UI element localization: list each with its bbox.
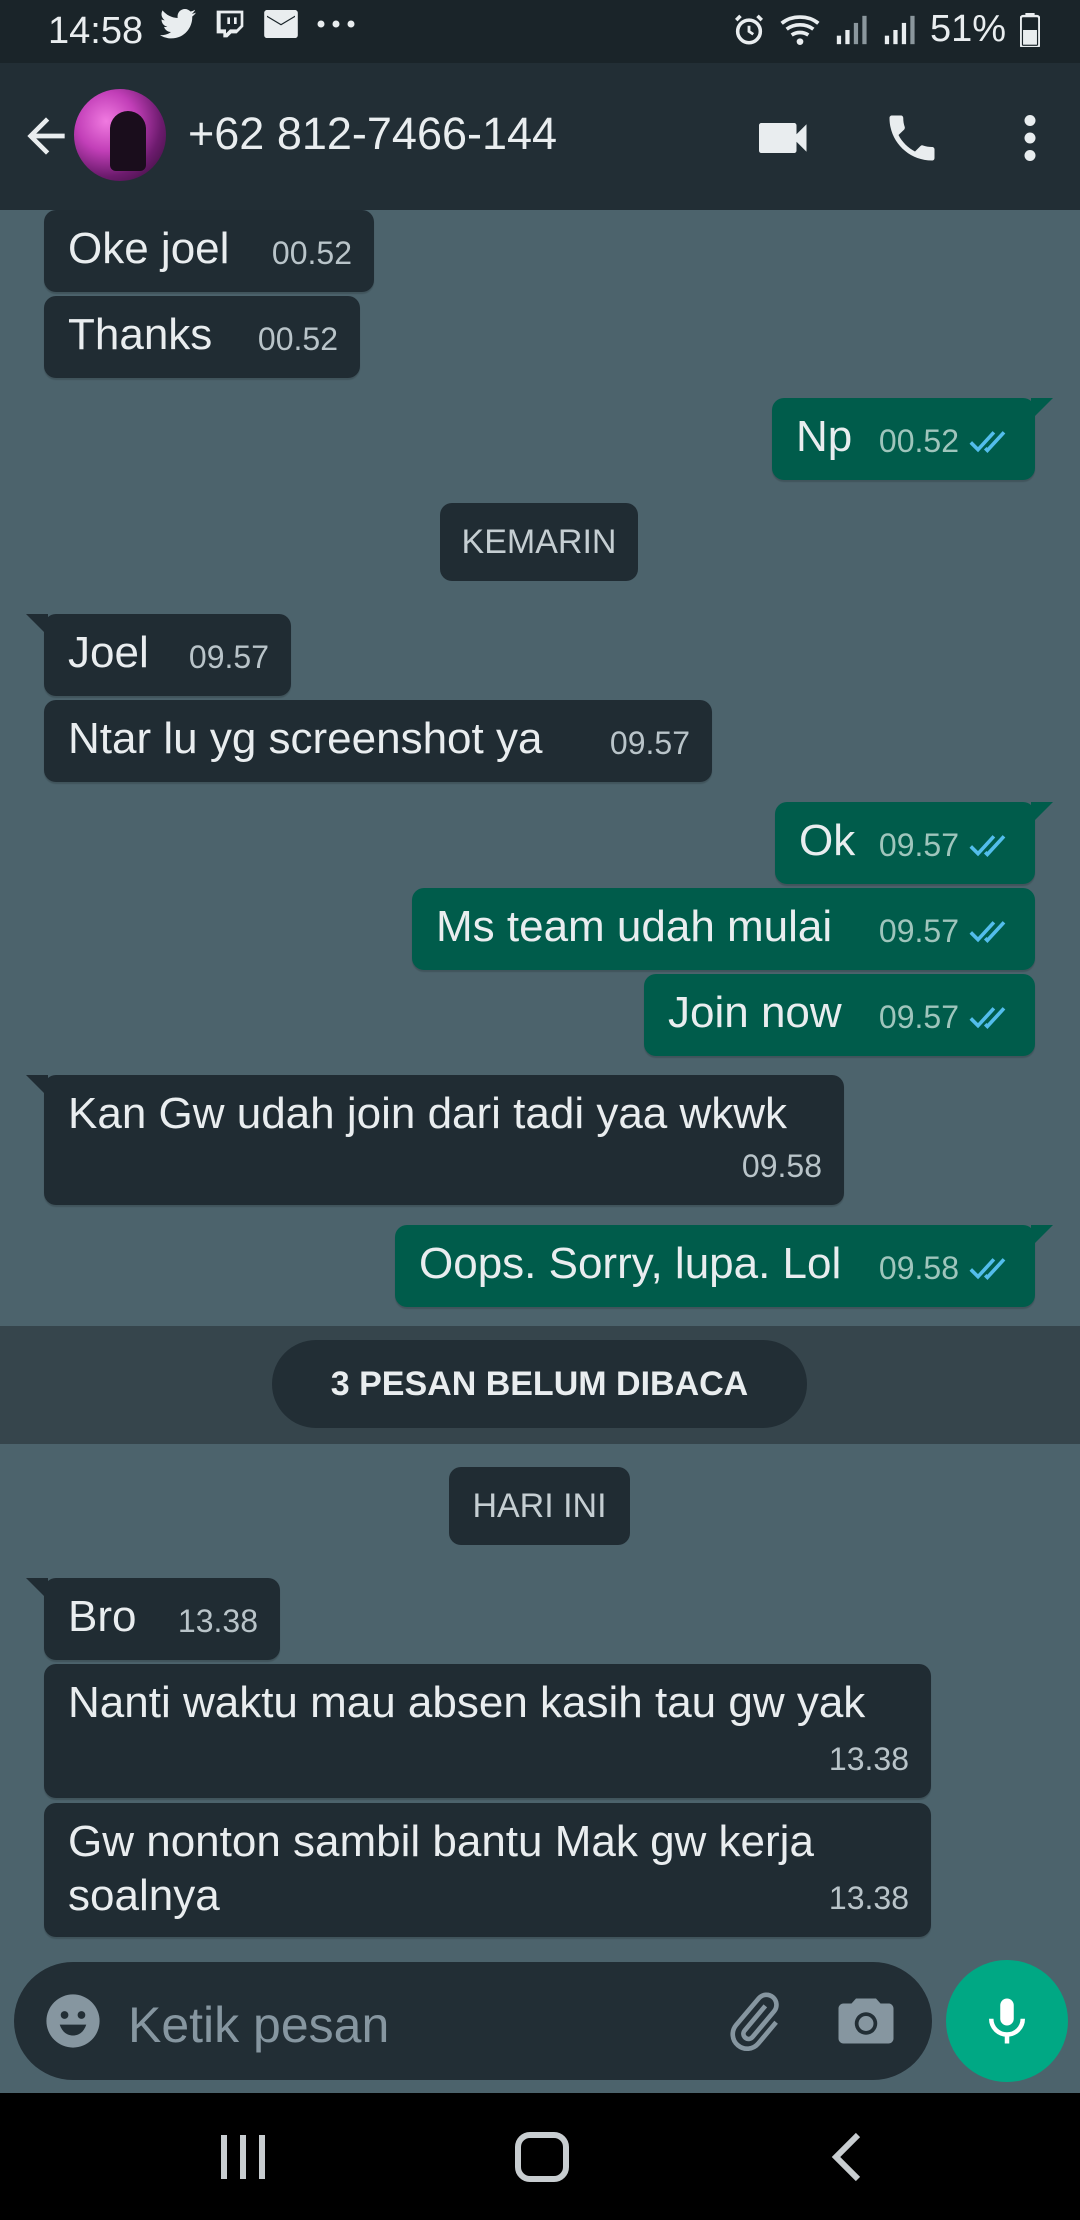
message-time: 00.52 xyxy=(257,321,338,357)
chat-header: +62 812-7466-144 xyxy=(0,63,1080,210)
video-call-icon[interactable] xyxy=(754,108,814,168)
message-time: 09.57 xyxy=(188,639,269,675)
message-time: 09.57 xyxy=(878,999,959,1035)
alarm-icon xyxy=(734,14,763,45)
voice-call-icon[interactable] xyxy=(882,108,942,168)
unread-banner: 3 PESAN BELUM DIBACA xyxy=(272,1340,807,1428)
message-time: 09.57 xyxy=(609,725,690,761)
attach-icon[interactable] xyxy=(724,1990,786,2052)
message-time: 00.52 xyxy=(878,423,959,459)
message-input[interactable]: Ketik pesan xyxy=(128,1996,389,2054)
message-text: Bro xyxy=(68,1592,137,1641)
date-chip: HARI INI xyxy=(449,1467,630,1545)
recent-apps-icon[interactable] xyxy=(213,2131,273,2183)
camera-icon[interactable] xyxy=(836,1992,896,2050)
message-text: Ntar lu yg screenshot ya xyxy=(68,714,543,763)
twitch-icon xyxy=(216,10,244,38)
message-bubble-incoming[interactable]: Bro 13.38 xyxy=(26,1578,280,1660)
message-bubble-incoming[interactable]: Ntar lu yg screenshot ya 09.57 xyxy=(44,700,712,782)
message-text: Oke joel xyxy=(68,224,230,273)
message-bubble-outgoing[interactable]: Ok 09.57 xyxy=(775,802,1053,884)
read-ticks-icon xyxy=(969,1007,1006,1029)
notification-icons xyxy=(160,8,356,40)
message-bubble-outgoing[interactable]: Join now 09.57 xyxy=(644,974,1035,1056)
message-time: 09.57 xyxy=(878,827,959,863)
mic-button[interactable] xyxy=(946,1960,1068,2082)
message-bubble-incoming[interactable]: Kan Gw udah join dari tadi yaa wkwk 09.5… xyxy=(26,1075,844,1205)
message-time: 13.38 xyxy=(828,1741,909,1777)
message-bubble-incoming[interactable]: Thanks 00.52 xyxy=(44,296,360,378)
message-text: Thanks xyxy=(68,310,213,359)
avatar[interactable] xyxy=(74,89,166,181)
status-bar: 14:58 51% xyxy=(0,0,1080,63)
emoji-icon[interactable] xyxy=(44,1992,102,2050)
message-composer: Ketik pesan xyxy=(14,1962,932,2080)
message-bubble-incoming[interactable]: Joel 09.57 xyxy=(26,614,291,696)
mail-icon xyxy=(264,10,298,38)
read-ticks-icon xyxy=(969,1258,1006,1280)
read-ticks-icon xyxy=(969,921,1006,943)
message-text: Oops. Sorry, lupa. Lol xyxy=(419,1239,842,1288)
message-text: Np xyxy=(796,412,853,461)
battery-icon xyxy=(1020,12,1040,47)
read-ticks-icon xyxy=(969,431,1006,453)
status-time: 14:58 xyxy=(48,10,144,52)
system-icons: 51% xyxy=(732,8,1040,51)
message-text: Joel xyxy=(68,628,149,677)
twitter-icon xyxy=(160,9,196,39)
read-ticks-icon xyxy=(969,835,1006,857)
back-nav-icon[interactable] xyxy=(818,2131,878,2183)
message-time: 09.57 xyxy=(878,913,959,949)
message-bubble-outgoing[interactable]: Np 00.52 xyxy=(772,398,1053,480)
signal-icon xyxy=(884,15,915,44)
message-text: Nanti waktu mau absen kasih tau gw yak xyxy=(68,1678,866,1727)
contact-name[interactable]: +62 812-7466-144 xyxy=(188,108,557,160)
signal-icon xyxy=(836,15,867,44)
message-time: 13.38 xyxy=(828,1880,909,1916)
back-arrow-icon[interactable] xyxy=(18,108,74,164)
message-time: 00.52 xyxy=(271,235,352,271)
message-bubble-outgoing[interactable]: Oops. Sorry, lupa. Lol 09.58 xyxy=(395,1225,1053,1307)
message-time: 09.58 xyxy=(741,1148,822,1184)
wifi-icon xyxy=(780,14,820,45)
more-dots-icon xyxy=(317,20,355,28)
message-time: 09.58 xyxy=(878,1250,959,1286)
message-text: Gw nonton sambil bantu Mak gw kerja soal… xyxy=(68,1817,814,1920)
home-icon[interactable] xyxy=(512,2131,572,2183)
system-nav-bar xyxy=(0,2093,1080,2220)
message-list[interactable]: Oke joel 00.52 Thanks 00.52 Np 00.52 KEM… xyxy=(0,210,1080,1955)
message-bubble-incoming[interactable]: Oke joel 00.52 xyxy=(44,210,374,292)
message-text: Ok xyxy=(799,816,856,865)
battery-percent: 51% xyxy=(929,8,1006,50)
message-text: Join now xyxy=(668,988,842,1037)
message-text: Kan Gw udah join dari tadi yaa wkwk xyxy=(68,1089,788,1138)
date-chip: KEMARIN xyxy=(440,503,638,581)
message-bubble-incoming[interactable]: Nanti waktu mau absen kasih tau gw yak 1… xyxy=(44,1664,931,1798)
more-vert-icon[interactable] xyxy=(1000,108,1060,168)
message-text: Ms team udah mulai xyxy=(436,902,833,951)
message-bubble-outgoing[interactable]: Ms team udah mulai 09.57 xyxy=(412,888,1035,970)
mic-icon xyxy=(989,1998,1025,2044)
message-bubble-incoming[interactable]: Gw nonton sambil bantu Mak gw kerja soal… xyxy=(44,1803,931,1937)
message-time: 13.38 xyxy=(177,1603,258,1639)
